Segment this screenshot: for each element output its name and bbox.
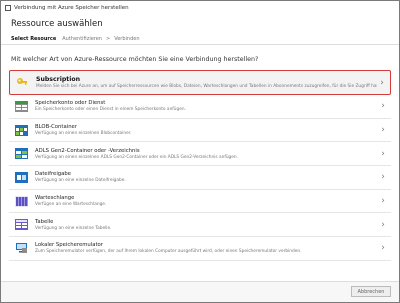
option-title: Dateifreigabe [35, 171, 72, 178]
adls-container-icon [14, 148, 28, 160]
key-icon [15, 77, 29, 89]
chevron-right-icon: › [381, 101, 385, 112]
page-title: Ressource auswählen [11, 19, 103, 29]
resource-option-file-share[interactable]: Dateifreigabe Verfügung an eine einzelne… [9, 166, 391, 190]
app-icon [5, 5, 11, 11]
option-description: Verfügung an eine einzelne Dateifreigabe… [35, 178, 126, 184]
option-description: Verfügen an eine Warteschlange. [35, 202, 107, 208]
resource-option-queue[interactable]: Warteschlange Verfügen an eine Warteschl… [9, 190, 391, 214]
option-title: ADLS Gen2-Container oder -Verzeichnis [35, 147, 140, 154]
option-title: BLOB-Container [35, 124, 77, 131]
option-title: Speicherkonto oder Dienst [35, 100, 106, 107]
option-description: Zum Speicheremulator verfügen, der auf I… [35, 249, 302, 255]
breadcrumb-select-resource[interactable]: Select Resource [11, 36, 56, 42]
resource-option-local-emulator[interactable]: Lokaler Speicheremulator Zum Speicheremu… [9, 237, 391, 261]
breadcrumb-connect: Verbinden [114, 35, 140, 42]
option-description: Ein Speicherkonto oder einen Dienst in e… [35, 107, 186, 113]
option-description: Melden Sie sich bei Azure an, um auf Spe… [36, 84, 377, 89]
breadcrumb-authenticate: Authentifizieren [62, 35, 102, 42]
blob-container-icon [14, 124, 28, 136]
chevron-right-icon: › [381, 172, 385, 183]
resource-option-subscription[interactable]: Subscription Melden Sie sich bei Azure a… [9, 70, 391, 95]
table-icon [14, 219, 28, 231]
window-title: Verbindung mit Azure Speicher herstellen [14, 5, 129, 11]
option-title: Lokaler Speicheremulator [35, 242, 103, 249]
resource-option-storage-account[interactable]: Speicherkonto oder Dienst Ein Speicherko… [9, 95, 391, 119]
chevron-right-icon: › [381, 243, 385, 254]
chevron-right-icon: › [381, 125, 385, 136]
dialog-footer: Abbrechen [1, 281, 399, 302]
queue-icon [14, 195, 28, 207]
resource-question: Mit welcher Art von Azure-Ressource möch… [11, 56, 259, 63]
local-emulator-icon [14, 242, 28, 254]
cancel-button[interactable]: Abbrechen [351, 286, 391, 297]
chevron-right-icon: › [381, 148, 385, 159]
option-title: Tabelle [35, 218, 54, 225]
chevron-right-icon: › [381, 196, 385, 207]
resource-option-table[interactable]: Tabelle Verfügung an eine einzelne Tabel… [9, 213, 391, 238]
chevron-right-icon: › [380, 77, 384, 88]
option-title: Subscription [36, 76, 80, 83]
option-title: Warteschlange [35, 195, 75, 202]
file-share-icon [14, 171, 28, 183]
title-bar: Verbindung mit Azure Speicher herstellen [1, 1, 399, 15]
resource-option-adls-gen2[interactable]: ADLS Gen2-Container oder -Verzeichnis Ve… [9, 142, 391, 167]
breadcrumb: Select Resource Authentifizieren > Verbi… [1, 33, 399, 45]
storage-account-icon [14, 100, 28, 112]
option-description: Verfügung an einen einzelnen ADLS Gen2-C… [35, 154, 239, 160]
chevron-right-icon: › [381, 219, 385, 230]
dialog-window: Verbindung mit Azure Speicher herstellen… [0, 0, 400, 303]
resource-type-list: Subscription Melden Sie sich bei Azure a… [9, 70, 391, 261]
breadcrumb-separator: > [105, 35, 111, 42]
option-description: Verfügung an einen einzelnen Blobcontain… [35, 131, 132, 137]
resource-option-blob-container[interactable]: BLOB-Container Verfügung an einen einzel… [9, 119, 391, 143]
option-description: Verfügung an eine einzelne Tabelle. [35, 225, 112, 231]
